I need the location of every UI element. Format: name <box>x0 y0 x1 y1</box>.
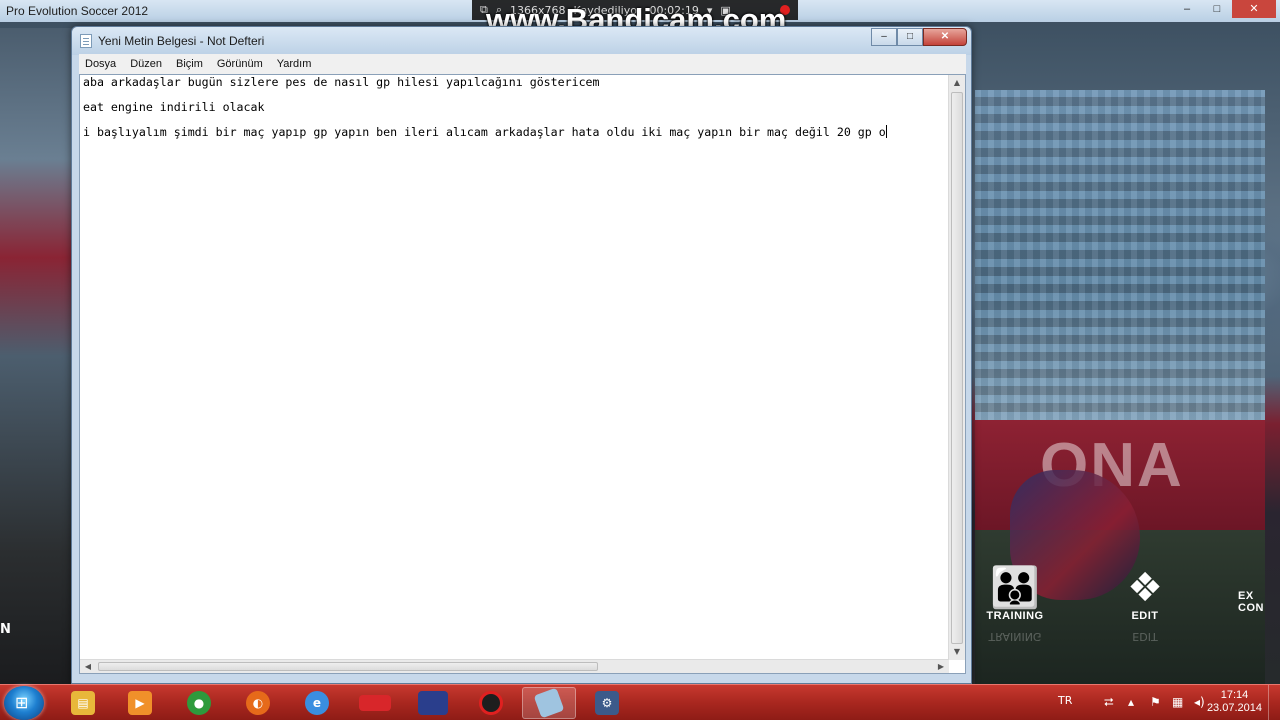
text-line: eat engine indirili olacak <box>83 99 265 114</box>
taskbar: ⊞ ▤ ▶ ● ◐ e ⚙ TR ⮂ ▴ ⚑ ▦ ◂) 17:14 23.07.… <box>0 684 1280 720</box>
notepad-icon <box>533 687 565 719</box>
scroll-up-arrow-icon[interactable]: ▲ <box>949 75 965 91</box>
ie-icon: e <box>305 691 329 715</box>
clock-time: 17:14 <box>1220 689 1249 701</box>
minimize-button[interactable]: – <box>871 28 897 46</box>
scroll-thumb[interactable] <box>951 92 963 644</box>
close-button[interactable]: ✕ <box>1232 0 1276 18</box>
horizontal-scrollbar[interactable]: ◀ ▶ <box>80 659 949 673</box>
notepad-title-bar[interactable]: Yeni Metin Belgesi - Not Defteri – □ ✕ <box>72 27 971 55</box>
menu-help[interactable]: Yardım <box>277 58 312 70</box>
firefox-icon: ◐ <box>246 691 270 715</box>
taskbar-item-explorer[interactable]: ▤ <box>56 687 110 719</box>
notepad-text-area[interactable]: aba arkadaşlar bugün sizlere pes de nası… <box>79 74 966 674</box>
system-tray: TR ⮂ ▴ ⚑ ▦ ◂) 17:14 23.07.2014 <box>1050 685 1280 720</box>
media-player-icon: ▶ <box>128 691 152 715</box>
maximize-button[interactable]: □ <box>1202 0 1232 18</box>
taskbar-item-gsm[interactable] <box>348 687 402 719</box>
scroll-thumb[interactable] <box>98 662 598 671</box>
text-line: aba arkadaşlar bugün sizlere pes de nası… <box>83 75 600 89</box>
puzzle-icon: ❖ <box>1127 565 1163 611</box>
taskbar-item-chrome[interactable]: ● <box>172 687 226 719</box>
gear-icon: ⚙ <box>595 691 619 715</box>
taskbar-item-pes-launcher[interactable] <box>406 687 460 719</box>
notepad-icon <box>80 34 92 48</box>
clock-date: 23.07.2014 <box>1206 702 1262 714</box>
game-window-controls: – □ ✕ <box>1172 0 1276 20</box>
taskbar-item-internet-explorer[interactable]: e <box>290 687 344 719</box>
pes-icon <box>418 691 448 715</box>
vertical-scrollbar[interactable]: ▲ ▼ <box>948 75 965 660</box>
action-center-flag-icon[interactable]: ⚑ <box>1150 695 1161 709</box>
taskbar-item-firefox[interactable]: ◐ <box>231 687 285 719</box>
show-desktop-button[interactable] <box>1268 685 1280 720</box>
expand-tray-icon[interactable]: ▴ <box>1128 695 1134 709</box>
game-partial-left-label: N <box>0 622 11 637</box>
folder-icon: ▤ <box>71 691 95 715</box>
text-line: i başlıyalım şimdi bir maç yapıp gp yapı… <box>83 125 887 139</box>
notepad-title: Yeni Metin Belgesi - Not Defteri <box>98 34 265 48</box>
training-icon: 👪 <box>990 565 1040 611</box>
start-button[interactable]: ⊞ <box>4 686 44 720</box>
taskbar-item-settings[interactable]: ⚙ <box>580 687 634 719</box>
scroll-right-arrow-icon[interactable]: ▶ <box>933 660 949 674</box>
gsm-app-icon <box>359 695 391 711</box>
record-icon <box>479 691 503 715</box>
notepad-window: Yeni Metin Belgesi - Not Defteri – □ ✕ D… <box>71 26 972 684</box>
game-title: Pro Evolution Soccer 2012 <box>6 4 149 18</box>
minimize-button[interactable]: – <box>1172 0 1202 18</box>
notepad-window-controls: – □ ✕ <box>871 28 967 46</box>
menu-format[interactable]: Biçim <box>176 58 203 70</box>
clock[interactable]: 17:14 23.07.2014 <box>1207 689 1262 715</box>
menu-partial-extra[interactable]: EX CON <box>1238 590 1278 614</box>
stadium-crowd <box>975 90 1265 420</box>
taskbar-item-bandicam[interactable] <box>464 687 518 719</box>
maximize-button[interactable]: □ <box>897 28 923 46</box>
taskbar-item-notepad[interactable] <box>522 687 576 719</box>
text-content[interactable]: aba arkadaşlar bugün sizlere pes de nası… <box>83 75 949 660</box>
notepad-menubar: Dosya Düzen Biçim Görünüm Yardım <box>79 54 966 74</box>
menu-training[interactable]: 👪 TRAINING TRAINING <box>980 566 1050 643</box>
chrome-icon: ● <box>187 691 211 715</box>
close-button[interactable]: ✕ <box>923 28 967 46</box>
menu-edit[interactable]: ❖ EDIT EDIT <box>1110 566 1180 643</box>
menu-edit[interactable]: Düzen <box>130 58 162 70</box>
scroll-left-arrow-icon[interactable]: ◀ <box>80 660 96 674</box>
network-share-icon[interactable]: ⮂ <box>1104 695 1114 710</box>
menu-file[interactable]: Dosya <box>85 58 116 70</box>
network-icon[interactable]: ▦ <box>1172 695 1183 709</box>
scroll-down-arrow-icon[interactable]: ▼ <box>949 644 965 660</box>
volume-icon[interactable]: ◂) <box>1194 695 1205 709</box>
game-left-strip <box>0 28 72 684</box>
text-caret <box>885 125 887 138</box>
windows-logo-icon: ⊞ <box>15 693 29 712</box>
taskbar-item-media-player[interactable]: ▶ <box>113 687 167 719</box>
menu-view[interactable]: Görünüm <box>217 58 263 70</box>
language-indicator[interactable]: TR <box>1058 694 1072 707</box>
